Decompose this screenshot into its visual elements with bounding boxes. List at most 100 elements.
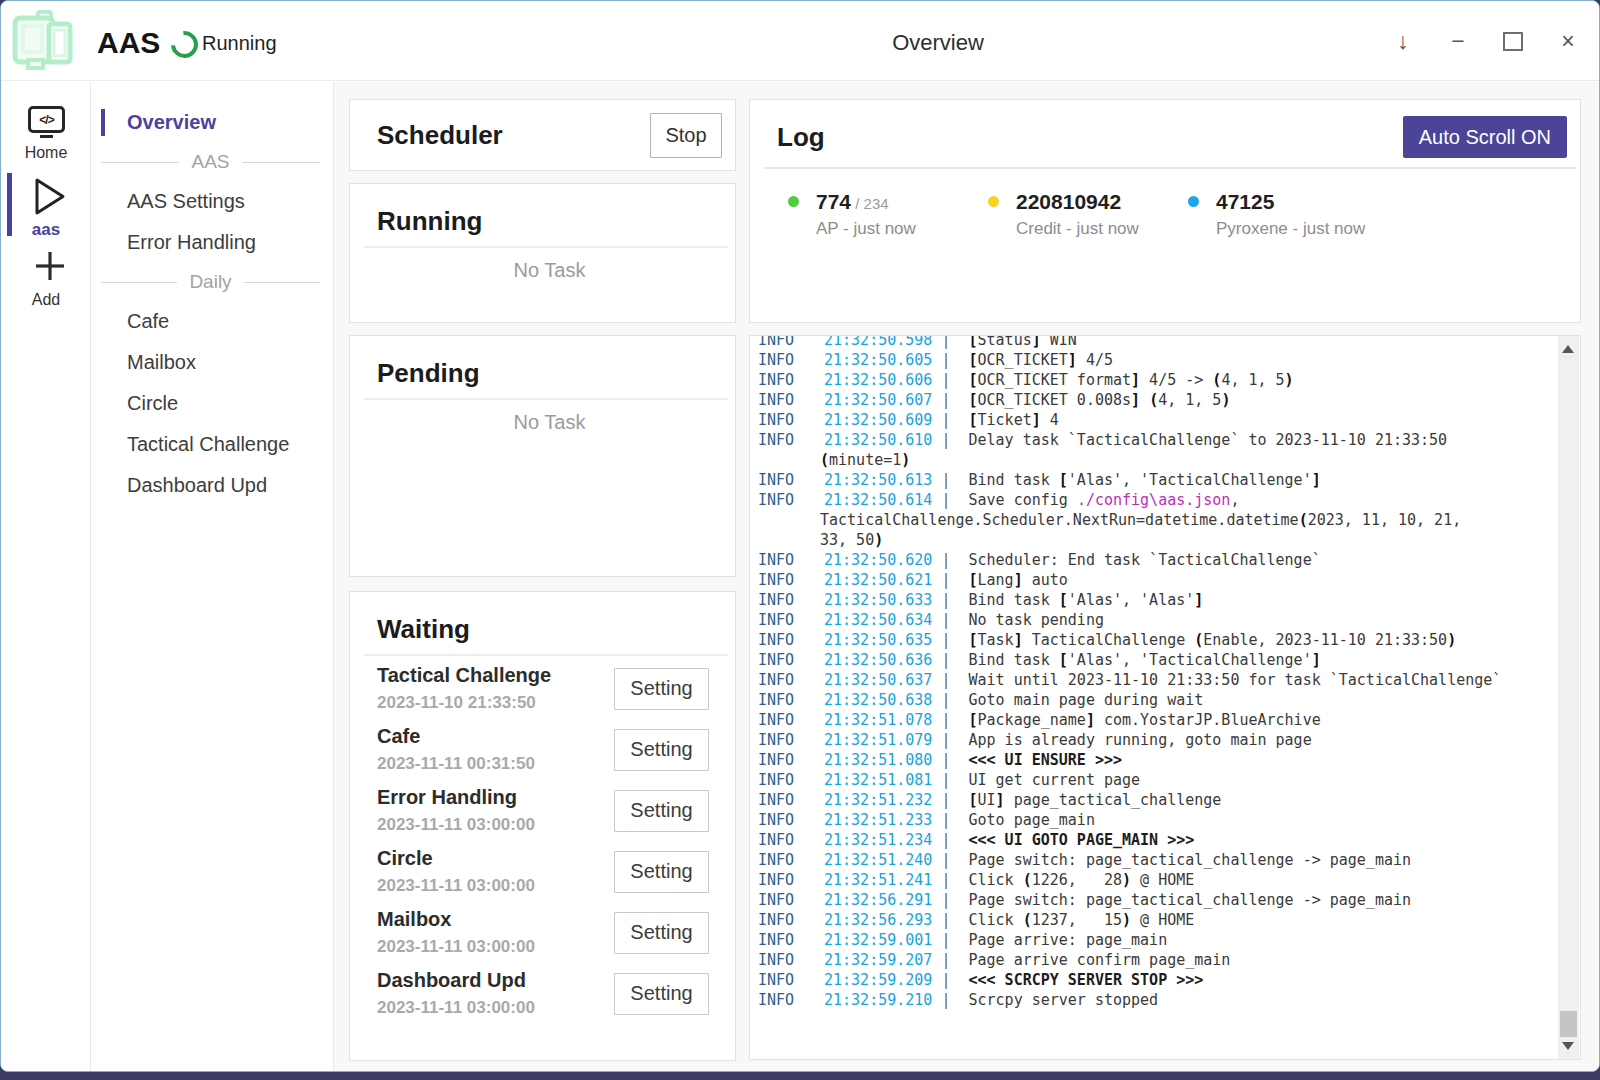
log-entry: INFO21:32:51.234 | <<< UI GOTO PAGE_MAIN… — [758, 830, 1538, 850]
menu-item-cafe[interactable]: Cafe — [91, 301, 333, 342]
log-entry: INFO21:32:51.078 | [Package_name] com.Yo… — [758, 710, 1538, 730]
menu-sidebar: OverviewAASAAS SettingsError HandlingDai… — [91, 82, 334, 1071]
scheduler-title: Scheduler — [377, 120, 650, 151]
log-entry: INFO21:32:51.232 | [UI] page_tactical_ch… — [758, 790, 1538, 810]
menu-item-circle[interactable]: Circle — [91, 383, 333, 424]
main-content: Scheduler Stop Running No Task Pending N… — [334, 82, 1599, 1071]
log-entry: INFO21:32:51.233 | Goto page_main — [758, 810, 1538, 830]
menu-item-overview[interactable]: Overview — [91, 102, 333, 143]
waiting-task-row: Dashboard Upd 2023-11-11 03:00:00Setting — [377, 963, 722, 1024]
log-entry: INFO21:32:51.240 | Page switch: page_tac… — [758, 850, 1538, 870]
log-header-panel: Log Auto Scroll ON 774 / 234AP - just no… — [749, 99, 1581, 323]
code-monitor-icon: </> — [28, 106, 65, 133]
log-entry: INFO21:32:50.606 | [OCR_TICKET format] 4… — [758, 370, 1538, 390]
nav-home-label: Home — [1, 144, 91, 162]
waiting-task-next-run: 2023-11-10 21:33:50 — [377, 693, 614, 713]
setting-button[interactable]: Setting — [614, 973, 709, 1015]
stop-button[interactable]: Stop — [650, 113, 722, 158]
stat-credit: 220810942Credit - just now — [988, 190, 1188, 239]
waiting-task-row: Mailbox 2023-11-11 03:00:00Setting — [377, 902, 722, 963]
setting-button[interactable]: Setting — [614, 912, 709, 954]
scrollbar-thumb[interactable] — [1560, 1011, 1577, 1037]
setting-button[interactable]: Setting — [614, 729, 709, 771]
stat-dot-icon — [788, 196, 799, 207]
scroll-up-icon[interactable] — [1562, 345, 1574, 353]
waiting-task-next-run: 2023-11-11 03:00:00 — [377, 998, 614, 1018]
waiting-title: Waiting — [377, 614, 722, 645]
log-entry: INFO21:32:59.210 | Scrcpy server stopped — [758, 990, 1538, 1010]
waiting-task-name: Circle — [377, 847, 614, 870]
nav-add-label: Add — [1, 291, 91, 309]
setting-button[interactable]: Setting — [614, 851, 709, 893]
log-entry: INFO21:32:50.613 | Bind task ['Alas', 'T… — [758, 470, 1538, 490]
waiting-panel: Waiting Tactical Challenge 2023-11-10 21:… — [349, 591, 736, 1061]
log-title: Log — [777, 122, 1403, 153]
resource-stats: 774 / 234AP - just now220810942Credit - … — [777, 190, 1567, 239]
log-entry: INFO21:32:50.621 | [Lang] auto — [758, 570, 1538, 590]
menu-item-dashboard-upd[interactable]: Dashboard Upd — [91, 465, 333, 506]
menu-group-divider: AAS — [91, 143, 333, 181]
waiting-task-name: Tactical Challenge — [377, 664, 614, 687]
log-entry: INFO21:32:50.610 | Delay task `TacticalC… — [758, 430, 1538, 470]
title-bar: AAS Running Overview ↓−× — [1, 1, 1599, 81]
log-entry: INFO21:32:51.241 | Click (1226, 28) @ HO… — [758, 870, 1538, 890]
waiting-task-next-run: 2023-11-11 03:00:00 — [377, 876, 614, 896]
log-output-panel: INFO21:32:50.598 | [Status] WININFO21:32… — [749, 335, 1581, 1060]
log-entry: INFO21:32:50.609 | [Ticket] 4 — [758, 410, 1538, 430]
close-icon[interactable]: × — [1555, 28, 1581, 55]
scheduler-panel: Scheduler Stop — [349, 99, 736, 171]
pending-empty-text: No Task — [377, 411, 722, 434]
plus-icon — [35, 251, 65, 281]
waiting-task-name: Cafe — [377, 725, 614, 748]
log-entry: INFO21:32:50.614 | Save config ./config\… — [758, 490, 1538, 550]
minimize-icon[interactable]: − — [1445, 28, 1471, 55]
log-entry: INFO21:32:50.638 | Goto main page during… — [758, 690, 1538, 710]
log-entry: INFO21:32:50.598 | [Status] WIN — [758, 335, 1538, 350]
menu-item-aas-settings[interactable]: AAS Settings — [91, 181, 333, 222]
log-entry: INFO21:32:56.293 | Click (1237, 15) @ HO… — [758, 910, 1538, 930]
menu-item-error-handling[interactable]: Error Handling — [91, 222, 333, 263]
waiting-task-name: Mailbox — [377, 908, 614, 931]
setting-button[interactable]: Setting — [614, 790, 709, 832]
nav-aas-label: aas — [1, 220, 91, 240]
log-entry: INFO21:32:50.620 | Scheduler: End task `… — [758, 550, 1538, 570]
log-scrollbar[interactable] — [1558, 336, 1579, 1059]
menu-item-tactical-challenge[interactable]: Tactical Challenge — [91, 424, 333, 465]
waiting-task-next-run: 2023-11-11 00:31:50 — [377, 754, 614, 774]
log-entry: INFO21:32:56.291 | Page switch: page_tac… — [758, 890, 1538, 910]
stat-pyroxene: 47125Pyroxene - just now — [1188, 190, 1388, 239]
log-entry: INFO21:32:51.081 | UI get current page — [758, 770, 1538, 790]
menu-item-mailbox[interactable]: Mailbox — [91, 342, 333, 383]
waiting-task-row: Cafe 2023-11-11 00:31:50Setting — [377, 719, 722, 780]
log-entry: INFO21:32:50.635 | [Task] TacticalChalle… — [758, 630, 1538, 650]
waiting-task-list: Tactical Challenge2023-11-10 21:33:50Set… — [377, 658, 722, 1024]
stat-ap: 774 / 234AP - just now — [788, 190, 988, 239]
waiting-task-name: Dashboard Upd — [377, 969, 614, 992]
auto-scroll-button[interactable]: Auto Scroll ON — [1403, 116, 1567, 158]
app-window: AAS Running Overview ↓−× </> Home aas — [0, 0, 1600, 1072]
play-icon — [33, 176, 67, 218]
setting-button[interactable]: Setting — [614, 668, 709, 710]
waiting-task-row: Circle 2023-11-11 03:00:00Setting — [377, 841, 722, 902]
waiting-task-next-run: 2023-11-11 03:00:00 — [377, 937, 614, 957]
maximize-icon[interactable] — [1500, 32, 1526, 51]
waiting-task-row: Error Handling2023-11-11 03:00:00Setting — [377, 780, 722, 841]
log-lines: INFO21:32:50.598 | [Status] WININFO21:32… — [758, 335, 1538, 1010]
log-entry: INFO21:32:50.607 | [OCR_TICKET 0.008s] (… — [758, 390, 1538, 410]
running-empty-text: No Task — [377, 259, 722, 282]
log-entry: INFO21:32:51.080 | <<< UI ENSURE >>> — [758, 750, 1538, 770]
log-entry: INFO21:32:50.605 | [OCR_TICKET] 4/5 — [758, 350, 1538, 370]
stat-dot-icon — [1188, 196, 1199, 207]
pending-title: Pending — [377, 358, 722, 389]
minimize-to-tray-icon[interactable]: ↓ — [1390, 28, 1416, 55]
log-entry: INFO21:32:50.637 | Wait until 2023-11-10… — [758, 670, 1538, 690]
log-entry: INFO21:32:50.636 | Bind task ['Alas', 'T… — [758, 650, 1538, 670]
log-entry: INFO21:32:50.633 | Bind task ['Alas', 'A… — [758, 590, 1538, 610]
page-title: Overview — [1, 30, 1599, 56]
log-entry: INFO21:32:51.079 | App is already runnin… — [758, 730, 1538, 750]
log-entry: INFO21:32:59.207 | Page arrive confirm p… — [758, 950, 1538, 970]
waiting-task-row: Tactical Challenge 2023-11-10 21:33:50Set… — [377, 658, 722, 719]
log-entry: INFO21:32:59.209 | <<< SCRCPY SERVER STO… — [758, 970, 1538, 990]
stat-dot-icon — [988, 196, 999, 207]
scroll-down-icon[interactable] — [1562, 1042, 1574, 1050]
